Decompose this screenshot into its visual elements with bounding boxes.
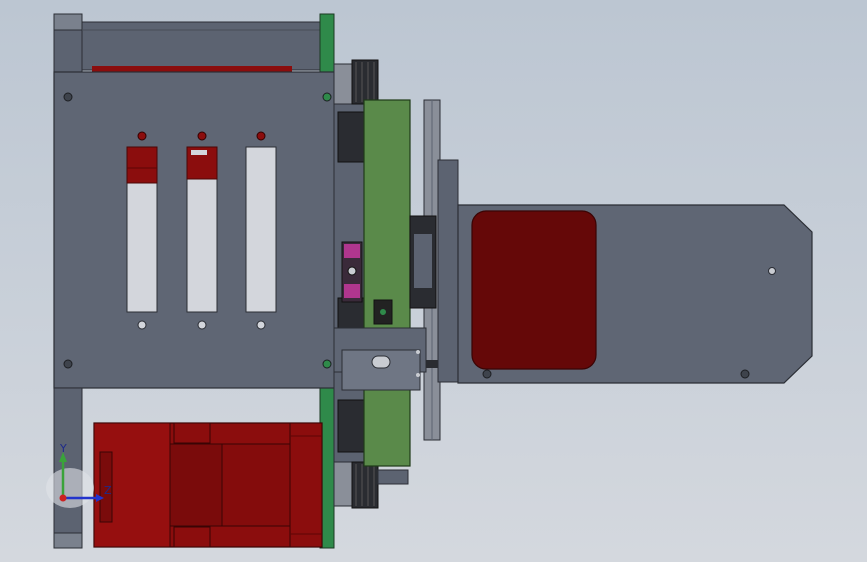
right-plate bbox=[437, 159, 813, 384]
bottom-pulley bbox=[333, 461, 409, 509]
slot-3 bbox=[245, 131, 277, 330]
top-pulley bbox=[333, 59, 379, 105]
stepper-motor bbox=[93, 422, 323, 548]
cad-viewport[interactable]: Y Z bbox=[0, 0, 867, 562]
slot-group bbox=[126, 131, 277, 330]
green-pcb bbox=[363, 99, 411, 467]
lower-left-frame bbox=[53, 387, 83, 534]
x-axis-dot bbox=[59, 494, 67, 502]
slot-2 bbox=[186, 131, 218, 330]
slot-1 bbox=[126, 131, 158, 330]
top-rail bbox=[81, 21, 323, 72]
y-axis-label: Y bbox=[59, 442, 67, 455]
z-axis-label: Z bbox=[104, 484, 112, 497]
